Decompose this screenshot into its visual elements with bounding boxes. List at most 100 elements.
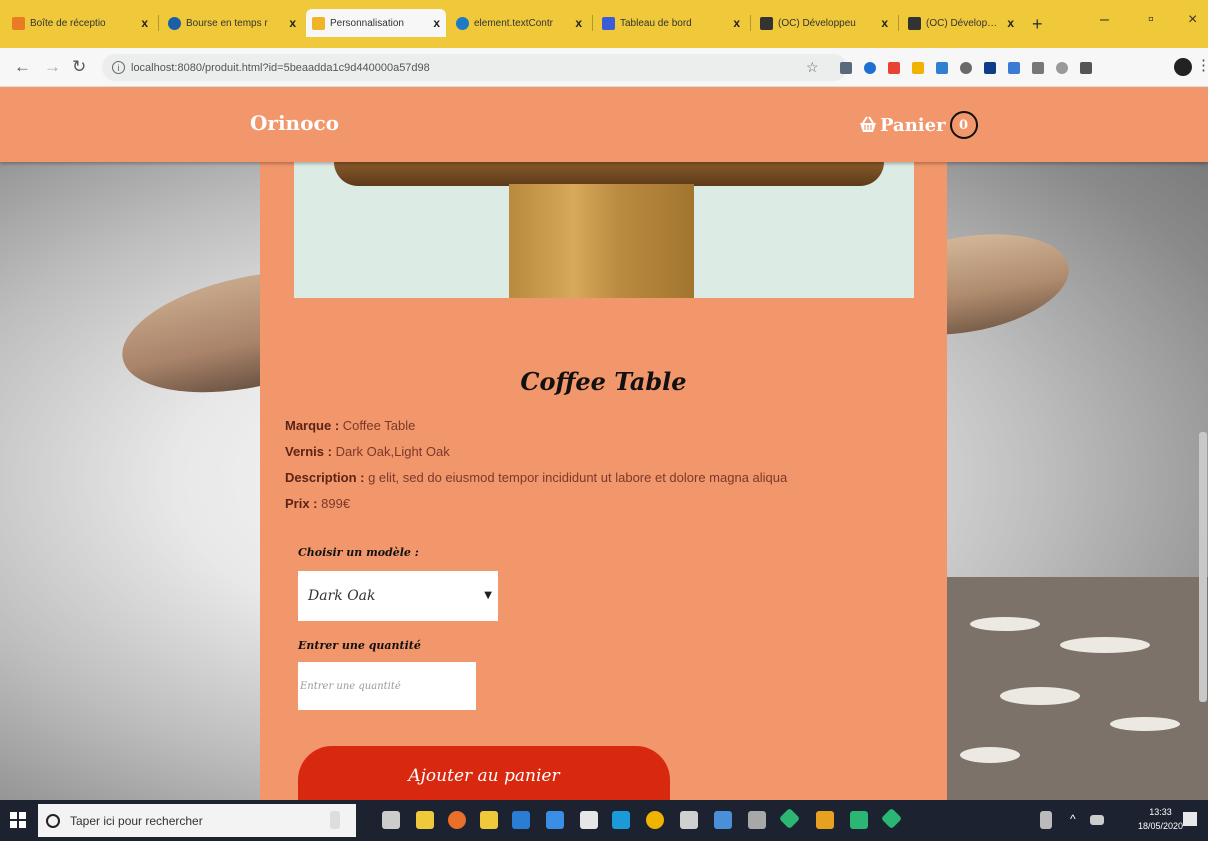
browser-tab[interactable]: Tableau de bord x xyxy=(596,9,746,37)
microphone-icon[interactable] xyxy=(330,811,340,829)
network-icon[interactable] xyxy=(1090,815,1104,825)
cart-count-badge: 0 xyxy=(949,111,978,139)
cart-link[interactable]: Panier 0 xyxy=(858,111,978,139)
tab-close-icon[interactable]: x xyxy=(433,16,440,30)
model-select[interactable]: Dark Oak ▼ xyxy=(298,571,498,621)
firefox-icon[interactable] xyxy=(448,811,466,829)
search-placeholder: Taper ici pour rechercher xyxy=(70,813,203,828)
notifications-icon[interactable] xyxy=(1183,812,1197,826)
bourse-favicon-icon xyxy=(168,16,181,30)
add-to-cart-button[interactable]: Ajouter au panier xyxy=(298,746,670,800)
model-selected-value: Dark Oak xyxy=(308,588,376,604)
minimize-icon[interactable]: – xyxy=(1100,11,1109,29)
extension-icon[interactable] xyxy=(840,62,852,74)
quantity-input[interactable] xyxy=(298,662,476,710)
dashboard-favicon-icon xyxy=(602,16,615,30)
store-icon[interactable] xyxy=(416,811,434,829)
file-explorer-icon[interactable] xyxy=(480,811,498,829)
browser-tab[interactable]: (OC) Développeu x xyxy=(754,9,894,37)
extension-icon[interactable] xyxy=(912,62,924,74)
profile-avatar-icon[interactable] xyxy=(1174,58,1192,76)
oc-favicon-icon xyxy=(760,16,773,30)
description-label: Description : xyxy=(285,470,365,485)
price-label: Prix : xyxy=(285,496,318,511)
tab-close-icon[interactable]: x xyxy=(289,16,296,30)
extension-icon[interactable] xyxy=(864,62,876,74)
extension-icon[interactable] xyxy=(1056,62,1068,74)
tab-close-icon[interactable]: x xyxy=(1007,16,1014,30)
cart-label: Panier xyxy=(880,114,946,136)
page-scrollbar[interactable] xyxy=(1199,432,1207,702)
product-brand-row: Marque : Coffee Table xyxy=(285,418,415,433)
brand-value: Coffee Table xyxy=(342,418,416,433)
tab-close-icon[interactable]: x xyxy=(881,16,888,30)
site-navbar: Orinoco Panier 0 xyxy=(0,87,1208,162)
vscode-like-icon[interactable] xyxy=(778,807,801,830)
basket-icon xyxy=(860,116,876,132)
clock-time: 13:33 xyxy=(1149,807,1172,817)
model-label: Choisir un modèle : xyxy=(298,546,419,559)
site-logo[interactable]: Orinoco xyxy=(250,111,339,135)
windows-taskbar: Taper ici pour rechercher ^ 13:33 18/05/… xyxy=(0,800,1208,841)
brand-label: Marque : xyxy=(285,418,340,433)
app-icon[interactable] xyxy=(748,811,766,829)
calculator-icon[interactable] xyxy=(580,811,598,829)
background-floor xyxy=(940,577,1208,800)
sublime-icon[interactable] xyxy=(816,811,834,829)
task-view-icon[interactable] xyxy=(382,811,400,829)
browser-tab[interactable]: element.textContr x xyxy=(450,9,588,37)
product-price-row: Prix : 899€ xyxy=(285,496,350,511)
reload-icon[interactable]: ↻ xyxy=(72,57,86,77)
varnish-value: Dark Oak,Light Oak xyxy=(335,444,450,459)
extension-icon[interactable] xyxy=(984,62,996,74)
page-favicon-icon xyxy=(312,16,325,30)
extension-icon[interactable] xyxy=(936,62,948,74)
people-icon[interactable] xyxy=(1040,811,1052,829)
product-image xyxy=(294,162,914,298)
tab-close-icon[interactable]: x xyxy=(141,16,148,30)
app-icon[interactable] xyxy=(880,807,903,830)
tray-expand-icon[interactable]: ^ xyxy=(1070,812,1076,826)
taskbar-search[interactable]: Taper ici pour rechercher xyxy=(38,804,356,837)
quantity-label: Entrer une quantité xyxy=(298,639,421,652)
browser-menu-icon[interactable]: ⋮ xyxy=(1196,56,1208,74)
product-varnish-row: Vernis : Dark Oak,Light Oak xyxy=(285,444,450,459)
browser-tab[interactable]: (OC) Développeu x xyxy=(902,9,1020,37)
bookmark-star-icon[interactable]: ☆ xyxy=(806,59,819,76)
page-viewport: Orinoco Panier 0 Coffee Table Marque : C… xyxy=(0,87,1208,800)
site-info-icon[interactable]: i xyxy=(112,61,125,74)
gmail-favicon-icon xyxy=(12,16,25,30)
chrome-icon[interactable] xyxy=(646,811,664,829)
browser-tab[interactable]: Boîte de réceptio x xyxy=(6,9,154,37)
app-icon[interactable] xyxy=(714,811,732,829)
tab-close-icon[interactable]: x xyxy=(575,16,582,30)
extension-icon[interactable] xyxy=(888,62,900,74)
forward-arrow-icon[interactable]: → xyxy=(44,57,61,77)
extension-icon[interactable] xyxy=(1008,62,1020,74)
restore-icon[interactable]: ▫ xyxy=(1148,11,1154,29)
product-title: Coffee Table xyxy=(520,367,687,396)
mdn-favicon-icon xyxy=(456,16,469,30)
app-icon[interactable] xyxy=(680,811,698,829)
extension-icon[interactable] xyxy=(1080,62,1092,74)
skype-icon[interactable] xyxy=(612,811,630,829)
tray-clock[interactable]: 13:33 18/05/2020 xyxy=(1138,805,1183,833)
back-arrow-icon[interactable]: ← xyxy=(14,57,31,77)
address-bar[interactable]: i localhost:8080/produit.html?id=5beaadd… xyxy=(102,54,847,81)
app-icon[interactable] xyxy=(546,811,564,829)
word-icon[interactable] xyxy=(512,811,530,829)
extension-icon[interactable] xyxy=(1032,62,1044,74)
window-close-icon[interactable]: × xyxy=(1188,11,1197,29)
extension-icon[interactable] xyxy=(960,62,972,74)
app-icon[interactable] xyxy=(850,811,868,829)
tab-title: element.textContr xyxy=(474,17,553,29)
tab-title: Bourse en temps r xyxy=(186,17,268,29)
url-text: localhost:8080/produit.html?id=5beaadda1… xyxy=(131,61,430,74)
price-value: 899€ xyxy=(321,496,351,511)
new-tab-plus-icon[interactable]: + xyxy=(1032,14,1043,35)
browser-tab[interactable]: Bourse en temps r x xyxy=(162,9,302,37)
windows-start-icon[interactable] xyxy=(10,812,26,828)
browser-tab-active[interactable]: Personnalisation x xyxy=(306,9,446,37)
varnish-label: Vernis : xyxy=(285,444,332,459)
tab-close-icon[interactable]: x xyxy=(733,16,740,30)
